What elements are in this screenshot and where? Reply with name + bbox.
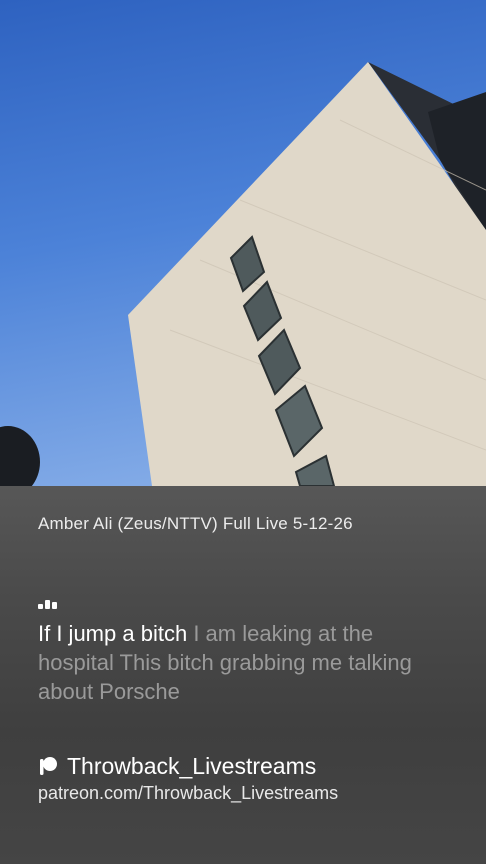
video-scene (0, 62, 486, 486)
video-frame[interactable] (0, 0, 486, 486)
credit-name[interactable]: Throwback_Livestreams (67, 753, 316, 780)
credit-name-row[interactable]: Throwback_Livestreams (38, 750, 338, 782)
credit-url-link[interactable]: patreon.com/Throwback_Livestreams (38, 783, 338, 804)
patreon-icon (40, 757, 57, 775)
stream-title: Amber Ali (Zeus/NTTV) Full Live 5-12-26 (38, 514, 353, 533)
audio-bars-icon (38, 599, 62, 609)
lyrics-block: If I jump a bitch I am leaking at the ho… (38, 619, 448, 706)
credit-block[interactable]: Throwback_Livestreams patreon.com/Throwb… (38, 750, 338, 804)
lyrics-current-line: If I jump a bitch (38, 621, 188, 646)
foreground-object (0, 426, 40, 486)
